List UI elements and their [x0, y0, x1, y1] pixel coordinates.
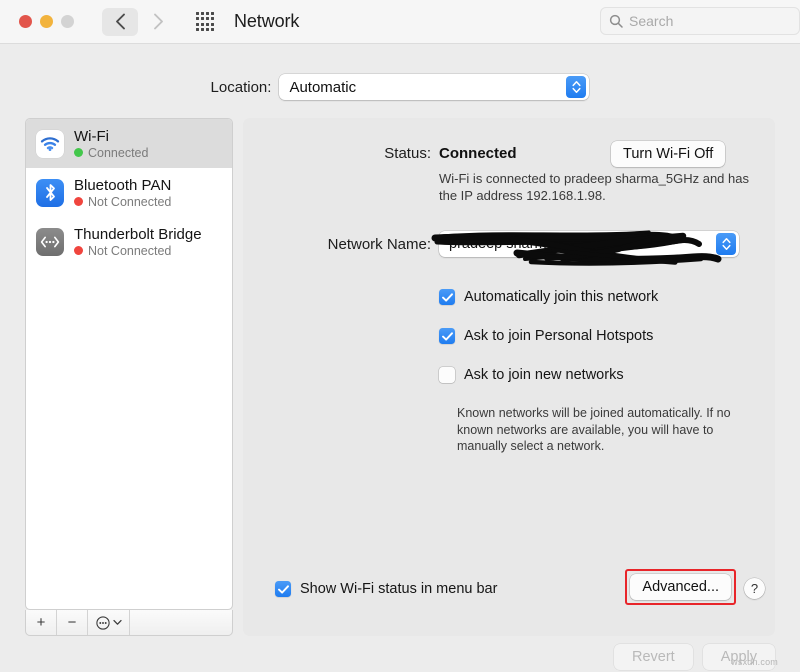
checkbox-auto-join[interactable] [439, 289, 455, 305]
sidebar-toolbar: + − [25, 610, 233, 636]
status-badge: Connected [74, 146, 148, 160]
status-description: Wi-Fi is connected to pradeep sharma_5GH… [439, 170, 759, 204]
network-name-select[interactable]: pradeep sharma_5GHz [439, 231, 739, 257]
close-button[interactable] [19, 15, 32, 28]
checkmark-icon [278, 585, 289, 594]
checkbox-row-auto-join[interactable]: Automatically join this network [439, 288, 769, 327]
checkbox-label: Automatically join this network [464, 288, 658, 306]
checkbox-personal-hotspots[interactable] [439, 328, 455, 344]
window-titlebar: Network Search [0, 0, 800, 44]
turn-wifi-off-button[interactable]: Turn Wi-Fi Off [611, 141, 725, 167]
status-text: Connected [88, 146, 148, 160]
network-name-label: Network Name: [243, 236, 431, 253]
status-label: Status: [243, 145, 431, 162]
status-dot-icon [74, 246, 83, 255]
chevron-updown-icon [716, 233, 736, 255]
network-name-value: pradeep sharma_5GHz [449, 236, 600, 252]
advanced-button-highlight [625, 569, 736, 605]
search-field[interactable]: Search [600, 7, 800, 35]
chevron-updown-icon [566, 76, 586, 98]
add-service-button[interactable]: + [26, 610, 57, 635]
search-placeholder: Search [629, 13, 673, 29]
back-button[interactable] [102, 8, 138, 36]
checkbox-label: Show Wi-Fi status in menu bar [300, 580, 497, 598]
revert-button[interactable]: Revert [614, 644, 693, 670]
networks-hint-text: Known networks will be joined automatica… [457, 405, 747, 455]
wifi-options-checkboxes: Automatically join this network Ask to j… [439, 288, 769, 405]
sidebar-item-label: Thunderbolt Bridge [74, 226, 202, 243]
network-preferences-window: Network Search Location: Automatic [0, 0, 800, 672]
ellipsis-gear-icon [96, 616, 110, 630]
sidebar-item-wifi[interactable]: Wi-Fi Connected [26, 119, 232, 168]
sidebar-item-text: Wi-Fi Connected [74, 128, 148, 160]
status-value: Connected [439, 145, 517, 162]
sidebar-item-text: Bluetooth PAN Not Connected [74, 177, 171, 209]
status-dot-icon [74, 148, 83, 157]
status-text: Not Connected [88, 195, 171, 209]
bluetooth-icon [36, 179, 64, 207]
wifi-settings-panel: Status: Connected Turn Wi-Fi Off Wi-Fi i… [243, 118, 775, 636]
show-all-button[interactable] [192, 9, 218, 35]
traffic-lights [19, 15, 74, 28]
checkbox-row-personal-hotspots[interactable]: Ask to join Personal Hotspots [439, 327, 769, 366]
help-button[interactable]: ? [744, 578, 765, 599]
status-text: Not Connected [88, 244, 171, 258]
checkbox-show-wifi-status[interactable] [275, 581, 291, 597]
network-services-list[interactable]: Wi-Fi Connected Bluetooth PAN Not Connec… [25, 118, 233, 610]
minimize-button[interactable] [40, 15, 53, 28]
checkbox-row-new-networks[interactable]: Ask to join new networks [439, 366, 769, 405]
location-value: Automatic [289, 79, 356, 96]
show-all-grid-icon [196, 12, 215, 31]
search-icon [609, 14, 623, 28]
checkbox-new-networks[interactable] [439, 367, 455, 383]
wifi-icon [36, 130, 64, 158]
checkbox-row-menu-bar[interactable]: Show Wi-Fi status in menu bar [275, 580, 497, 598]
sidebar-item-bluetooth-pan[interactable]: Bluetooth PAN Not Connected [26, 168, 232, 217]
status-badge: Not Connected [74, 244, 202, 258]
navigation-buttons [102, 8, 176, 36]
sidebar-item-text: Thunderbolt Bridge Not Connected [74, 226, 202, 258]
location-select[interactable]: Automatic [279, 74, 589, 100]
status-dot-icon [74, 197, 83, 206]
sidebar-item-label: Bluetooth PAN [74, 177, 171, 194]
checkbox-label: Ask to join new networks [464, 366, 624, 384]
page-title: Network [234, 11, 299, 32]
action-menu-button[interactable] [88, 610, 130, 635]
toolbar-filler [130, 610, 232, 635]
forward-button[interactable] [140, 8, 176, 36]
chevron-down-icon [113, 619, 122, 626]
advanced-button-wrapper: Advanced... [630, 574, 731, 600]
sidebar-item-thunderbolt-bridge[interactable]: Thunderbolt Bridge Not Connected [26, 217, 232, 266]
chevron-left-icon [115, 13, 126, 30]
watermark: wsxdn.com [731, 657, 778, 667]
status-badge: Not Connected [74, 195, 171, 209]
chevron-right-icon [153, 13, 164, 30]
checkmark-icon [442, 293, 453, 302]
checkbox-label: Ask to join Personal Hotspots [464, 327, 653, 345]
location-label: Location: [211, 79, 272, 96]
thunderbolt-icon [36, 228, 64, 256]
location-row: Location: Automatic [0, 74, 800, 100]
checkmark-icon [442, 332, 453, 341]
sidebar-item-label: Wi-Fi [74, 128, 148, 145]
remove-service-button[interactable]: − [57, 610, 88, 635]
zoom-button[interactable] [61, 15, 74, 28]
